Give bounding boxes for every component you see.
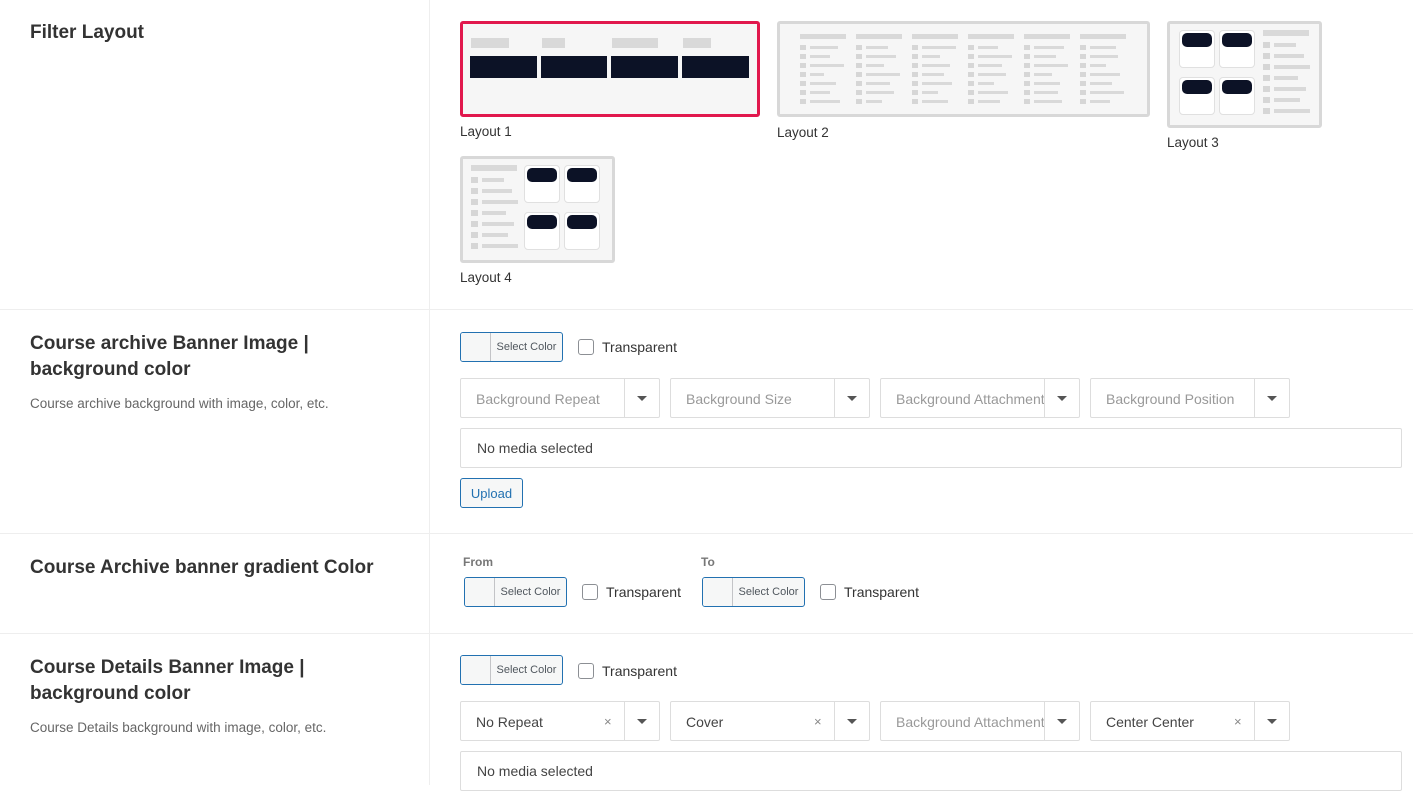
dropdown-arrow-icon xyxy=(1057,719,1067,724)
layout-4-label: Layout 4 xyxy=(460,270,512,285)
color-swatch xyxy=(461,656,491,684)
details-background-repeat-select[interactable]: No Repeat × xyxy=(460,701,660,741)
gradient-to-transparent-checkbox[interactable]: Transparent xyxy=(820,584,919,600)
select-color-label: Select Color xyxy=(500,586,561,598)
archive-select-color-button[interactable]: Select Color xyxy=(460,332,563,362)
dropdown-arrow-icon xyxy=(1057,396,1067,401)
archive-background-size-select[interactable]: Background Size xyxy=(670,378,870,418)
details-background-size-select[interactable]: Cover × xyxy=(670,701,870,741)
from-label: From xyxy=(463,555,493,569)
select-color-label: Select Color xyxy=(496,341,557,353)
transparent-label: Transparent xyxy=(602,339,677,355)
color-swatch xyxy=(461,333,491,361)
select-placeholder: Background Attachment xyxy=(896,391,1044,407)
layout-2-label: Layout 2 xyxy=(777,125,829,140)
select-placeholder: Background Attachment xyxy=(896,714,1044,730)
transparent-label: Transparent xyxy=(606,584,681,600)
row-divider xyxy=(0,633,1413,634)
checkbox-box[interactable] xyxy=(820,584,836,600)
media-text: No media selected xyxy=(477,763,593,779)
layout-4-option[interactable] xyxy=(460,156,615,263)
checkbox-box[interactable] xyxy=(578,663,594,679)
gradient-to-color-button[interactable]: Select Color xyxy=(702,577,805,607)
color-swatch xyxy=(703,578,733,606)
details-select-color-button[interactable]: Select Color xyxy=(460,655,563,685)
select-color-label: Select Color xyxy=(496,664,557,676)
gradient-from-color-button[interactable]: Select Color xyxy=(464,577,567,607)
select-value: Center Center xyxy=(1106,714,1194,730)
select-color-label: Select Color xyxy=(738,586,799,598)
details-background-position-select[interactable]: Center Center × xyxy=(1090,701,1290,741)
select-placeholder: Background Position xyxy=(1106,391,1235,407)
archive-background-attachment-select[interactable]: Background Attachment xyxy=(880,378,1080,418)
archive-banner-title: Course archive Banner Image | background… xyxy=(30,331,309,383)
archive-banner-title-line2: background color xyxy=(30,359,191,380)
dropdown-arrow-icon xyxy=(637,396,647,401)
color-swatch xyxy=(465,578,495,606)
archive-transparent-checkbox[interactable]: Transparent xyxy=(578,339,677,355)
column-divider xyxy=(429,0,430,785)
dropdown-arrow-icon xyxy=(1267,396,1277,401)
select-placeholder: Background Size xyxy=(686,391,792,407)
archive-background-repeat-select[interactable]: Background Repeat xyxy=(460,378,660,418)
row-divider xyxy=(0,533,1413,534)
dropdown-arrow-icon xyxy=(847,396,857,401)
dropdown-arrow-icon xyxy=(847,719,857,724)
row-divider xyxy=(0,309,1413,310)
transparent-label: Transparent xyxy=(844,584,919,600)
clear-icon[interactable]: × xyxy=(604,702,612,742)
clear-icon[interactable]: × xyxy=(814,702,822,742)
details-transparent-checkbox[interactable]: Transparent xyxy=(578,663,677,679)
checkbox-box[interactable] xyxy=(578,339,594,355)
to-label: To xyxy=(701,555,715,569)
details-media-field[interactable]: No media selected xyxy=(460,751,1402,791)
media-text: No media selected xyxy=(477,440,593,456)
archive-banner-description: Course archive background with image, co… xyxy=(30,396,329,411)
details-background-attachment-select[interactable]: Background Attachment xyxy=(880,701,1080,741)
gradient-title: Course Archive banner gradient Color xyxy=(30,557,374,578)
select-value: Cover xyxy=(686,714,724,730)
clear-icon[interactable]: × xyxy=(1234,702,1242,742)
transparent-label: Transparent xyxy=(602,663,677,679)
archive-banner-title-line1: Course archive Banner Image | xyxy=(30,333,309,354)
details-banner-description: Course Details background with image, co… xyxy=(30,720,327,735)
dropdown-arrow-icon xyxy=(1267,719,1277,724)
archive-background-position-select[interactable]: Background Position xyxy=(1090,378,1290,418)
layout-3-option[interactable] xyxy=(1167,21,1322,128)
select-placeholder: Background Repeat xyxy=(476,391,600,407)
layout-1-option[interactable] xyxy=(460,21,760,117)
details-banner-title-line1: Course Details Banner Image | xyxy=(30,657,305,678)
layout-3-label: Layout 3 xyxy=(1167,135,1219,150)
filter-layout-title: Filter Layout xyxy=(30,22,145,43)
layout-1-label: Layout 1 xyxy=(460,124,512,139)
upload-button[interactable]: Upload xyxy=(460,478,523,508)
checkbox-box[interactable] xyxy=(582,584,598,600)
archive-media-field[interactable]: No media selected xyxy=(460,428,1402,468)
gradient-from-transparent-checkbox[interactable]: Transparent xyxy=(582,584,681,600)
select-value: No Repeat xyxy=(476,714,543,730)
details-banner-title-line2: background color xyxy=(30,683,191,704)
layout-2-option[interactable] xyxy=(777,21,1150,117)
details-banner-title: Course Details Banner Image | background… xyxy=(30,655,305,707)
dropdown-arrow-icon xyxy=(637,719,647,724)
